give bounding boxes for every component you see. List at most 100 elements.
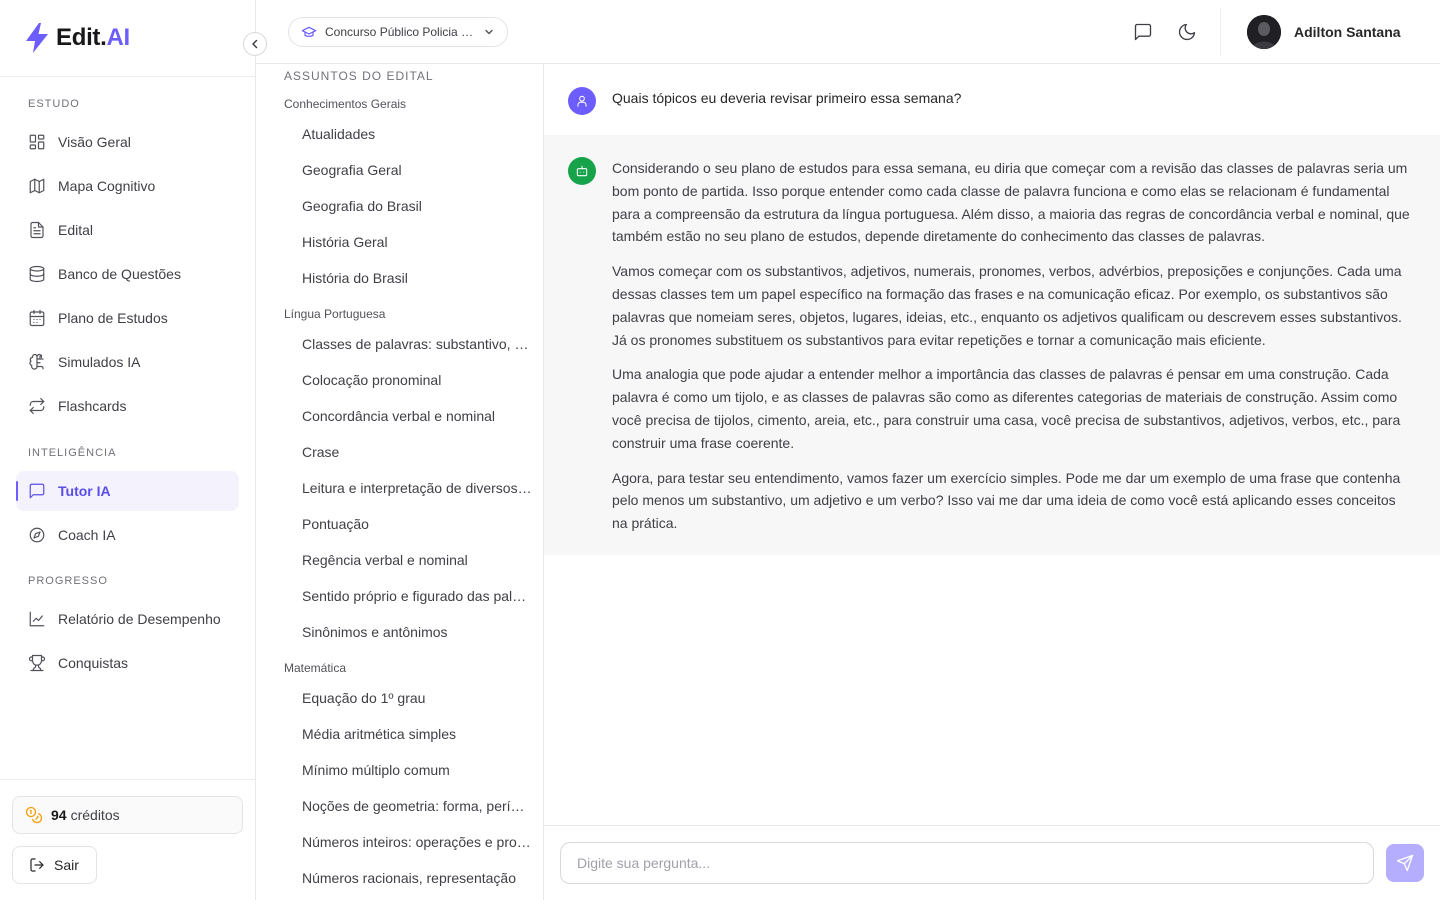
sidebar-item-label: Tutor IA — [58, 483, 111, 499]
user-message-text: Quais tópicos eu deveria revisar primeir… — [612, 90, 962, 106]
credits-badge[interactable]: 94 créditos — [12, 796, 243, 834]
user-avatar-icon — [568, 87, 596, 115]
user-message: Quais tópicos eu deveria revisar primeir… — [544, 64, 1440, 135]
topic-item[interactable]: Noções de geometria: forma, perímetro, á… — [256, 788, 543, 824]
message-square-icon — [1134, 23, 1152, 41]
chevron-left-icon — [252, 39, 258, 49]
topic-item[interactable]: Colocação pronominal — [256, 362, 543, 398]
logout-button[interactable]: Sair — [12, 846, 97, 884]
avatar[interactable] — [1247, 15, 1281, 49]
topic-item[interactable]: Crase — [256, 434, 543, 470]
question-input[interactable] — [560, 842, 1374, 884]
sidebar-item-banco-de-questoes[interactable]: Banco de Questões — [16, 254, 239, 294]
repeat-icon — [29, 397, 45, 415]
topic-list: Conhecimentos Gerais Atualidades Geograf… — [256, 92, 543, 896]
topic-item[interactable]: Sentido próprio e figurado das palavras — [256, 578, 543, 614]
topic-item[interactable]: Geografia do Brasil — [256, 188, 543, 224]
chat-area: Quais tópicos eu deveria revisar primeir… — [544, 64, 1440, 826]
contest-selector[interactable]: Concurso Público Policia Civil — [288, 17, 508, 47]
topic-item[interactable]: Geografia Geral — [256, 152, 543, 188]
topic-item[interactable]: História Geral — [256, 224, 543, 260]
sidebar-item-label: Edital — [58, 222, 94, 238]
header-divider — [1220, 8, 1221, 56]
topic-item[interactable]: Média aritmética simples — [256, 716, 543, 752]
send-button[interactable] — [1386, 844, 1424, 882]
message-square-icon — [29, 483, 45, 499]
bot-icon — [568, 157, 596, 185]
sidebar-item-tutor-ia[interactable]: Tutor IA — [16, 471, 239, 511]
graduation-cap-icon — [301, 26, 317, 37]
sidebar-item-edital[interactable]: Edital — [16, 210, 239, 250]
topics-title: ASSUNTOS DO EDITAL — [284, 69, 434, 83]
topic-group-label: Língua Portuguesa — [284, 307, 386, 321]
sidebar-item-simulados-ia[interactable]: Simulados IA — [16, 342, 239, 382]
section-label: ESTUDO — [28, 98, 80, 110]
section-label: PROGRESSO — [28, 575, 108, 587]
assistant-paragraph: Uma analogia que pode ajudar a entender … — [612, 366, 1401, 451]
chevron-down-icon — [485, 29, 493, 35]
sidebar-item-mapa-cognitivo[interactable]: Mapa Cognitivo — [16, 166, 239, 206]
topic-item[interactable]: Regência verbal e nominal — [256, 542, 543, 578]
topic-item[interactable]: Leitura e interpretação de diversos text… — [256, 470, 543, 506]
logo[interactable]: Edit.AI — [0, 0, 267, 77]
bolt-logo-icon — [26, 23, 48, 53]
sidebar-item-visao-geral[interactable]: Visão Geral — [16, 122, 239, 162]
calendar-icon — [29, 309, 45, 327]
sidebar-item-conquistas[interactable]: Conquistas — [16, 643, 239, 683]
sidebar-item-label: Relatório de Desempenho — [58, 611, 221, 627]
theme-toggle-button[interactable] — [1175, 20, 1199, 44]
topic-item[interactable]: Mínimo múltiplo comum — [256, 752, 543, 788]
topic-item[interactable]: Pontuação — [256, 506, 543, 542]
contest-name: Concurso Público Policia Civil — [325, 25, 475, 39]
topic-item[interactable]: Números inteiros: operações e propriedad… — [256, 824, 543, 860]
sidebar: Edit.AI ESTUDO Visão Geral Mapa Cognitiv… — [0, 0, 267, 900]
topics-panel: ASSUNTOS DO EDITAL Conhecimentos Gerais … — [256, 64, 544, 900]
topic-item[interactable]: Concordância verbal e nominal — [256, 398, 543, 434]
collapse-sidebar-button[interactable] — [243, 32, 267, 56]
layout-grid-icon — [29, 134, 45, 150]
topic-item[interactable]: Equação do 1º grau — [256, 680, 543, 716]
topic-item[interactable]: Atualidades — [256, 116, 543, 152]
file-text-icon — [30, 221, 44, 239]
sidebar-item-label: Flashcards — [58, 398, 127, 414]
credits-count: 94 — [51, 807, 67, 823]
sidebar-item-label: Visão Geral — [58, 134, 131, 150]
compass-icon — [29, 527, 45, 543]
username[interactable]: Adilton Santana — [1294, 24, 1401, 40]
nav-section-estudo: ESTUDO Visão Geral Mapa Cognitivo Edital… — [0, 98, 255, 430]
sidebar-item-label: Banco de Questões — [58, 266, 181, 282]
topic-item[interactable]: Números racionais, representação — [256, 860, 543, 896]
log-out-icon — [30, 858, 44, 872]
sidebar-item-plano-de-estudos[interactable]: Plano de Estudos — [16, 298, 239, 338]
sidebar-item-flashcards[interactable]: Flashcards — [16, 386, 239, 426]
topic-item[interactable]: Classes de palavras: substantivo, adjeti… — [256, 326, 543, 362]
logout-label: Sair — [54, 857, 79, 873]
database-icon — [29, 265, 45, 283]
sidebar-item-label: Coach IA — [58, 527, 116, 543]
send-icon — [1396, 854, 1414, 872]
chat-history-button[interactable] — [1131, 20, 1155, 44]
assistant-paragraph: Considerando o seu plano de estudos para… — [612, 160, 1410, 245]
assistant-paragraph: Agora, para testar seu entendimento, vam… — [612, 469, 1401, 532]
sidebar-item-relatorio-de-desempenho[interactable]: Relatório de Desempenho — [16, 599, 239, 639]
user-photo-icon — [1247, 15, 1281, 49]
line-chart-icon — [29, 611, 45, 627]
credits-label: créditos — [70, 807, 120, 823]
sidebar-item-coach-ia[interactable]: Coach IA — [16, 515, 239, 555]
moon-icon — [1178, 23, 1196, 41]
topic-group-label: Conhecimentos Gerais — [284, 97, 407, 111]
sidebar-item-label: Simulados IA — [58, 354, 141, 370]
coins-icon — [25, 806, 43, 824]
topic-item[interactable]: Sinônimos e antônimos — [256, 614, 543, 650]
nav-section-progresso: PROGRESSO Relatório de Desempenho Conqui… — [0, 575, 255, 687]
brain-icon — [29, 353, 44, 370]
nav-section-inteligencia: INTELIGÊNCIA Tutor IA Coach IA — [0, 447, 255, 559]
assistant-message: Considerando o seu plano de estudos para… — [544, 135, 1440, 555]
sidebar-item-label: Plano de Estudos — [58, 310, 168, 326]
sidebar-item-label: Conquistas — [58, 655, 129, 671]
chat-input-bar — [544, 825, 1440, 900]
sidebar-footer: 94 créditos Sair — [0, 779, 255, 900]
topic-item[interactable]: História do Brasil — [256, 260, 543, 296]
top-header: Concurso Público Policia Civil Adilton S… — [256, 0, 1440, 64]
sidebar-item-label: Mapa Cognitivo — [58, 178, 156, 194]
